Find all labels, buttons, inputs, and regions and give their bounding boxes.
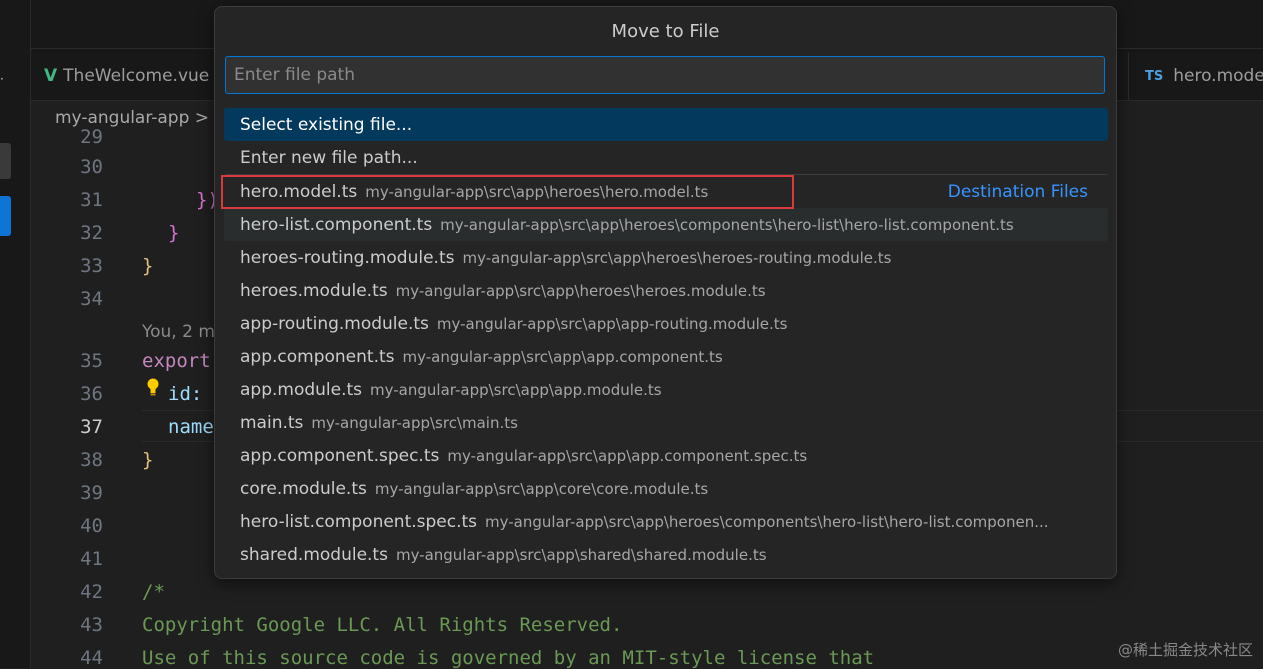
annotation-highlight-box [221, 175, 794, 209]
vue-icon: V [44, 66, 58, 86]
file-item[interactable]: app.component.spec.ts my-angular-app\src… [224, 439, 1108, 472]
file-item[interactable]: shared.module.ts my-angular-app\src\app\… [224, 538, 1108, 571]
line-number-active: 37 [80, 416, 103, 438]
code-line: Copyright Google LLC. All Rights Reserve… [142, 614, 623, 636]
code-line: export [142, 350, 211, 372]
item-label: heroes.module.ts [240, 280, 388, 301]
file-path-input[interactable] [225, 56, 1105, 94]
file-item[interactable]: app-routing.module.ts my-angular-app\src… [224, 307, 1108, 340]
file-item[interactable]: core.module.ts my-angular-app\src\app\co… [224, 472, 1108, 505]
item-label: Select existing file... [240, 114, 413, 135]
git-blame: You, 2 m [142, 322, 215, 342]
tab-label: hero.mode [1173, 66, 1263, 86]
lightbulb-icon[interactable] [146, 378, 160, 396]
item-label: app.component.ts [240, 346, 395, 367]
item-path: my-angular-app\src\app\app.component.ts [402, 347, 723, 366]
move-to-file-quick-pick: Move to File Select existing file... Ent… [214, 6, 1117, 579]
option-select-existing-file[interactable]: Select existing file... [224, 108, 1108, 141]
item-label: Enter new file path... [240, 147, 418, 168]
item-label: heroes-routing.module.ts [240, 247, 455, 268]
item-label: app-routing.module.ts [240, 313, 429, 334]
code-line: Use of this source code is governed by a… [142, 647, 875, 669]
code-line: } [142, 449, 154, 471]
item-path: my-angular-app\src\app\heroes\components… [440, 215, 1014, 234]
line-number: 38 [80, 449, 103, 471]
line-number: 44 [80, 647, 103, 669]
file-item[interactable]: hero-list.component.spec.ts my-angular-a… [224, 505, 1108, 538]
line-number: 33 [80, 255, 103, 277]
watermark: @稀土掘金技术社区 [1117, 641, 1253, 659]
code-line: /* [142, 581, 165, 603]
line-number: 36 [80, 383, 103, 405]
file-item[interactable]: main.ts my-angular-app\src\main.ts [224, 406, 1108, 439]
line-number: 43 [80, 614, 103, 636]
line-number: 39 [80, 482, 103, 504]
line-number: 42 [80, 581, 103, 603]
code-line: name [168, 416, 214, 438]
line-number: 29 [80, 126, 103, 148]
option-enter-new-file-path[interactable]: Enter new file path... [224, 141, 1108, 174]
tab-thewelcome[interactable]: V TheWelcome.vue [44, 52, 209, 100]
code-line: id: [168, 383, 203, 405]
line-number: 40 [80, 515, 103, 537]
item-label: app.module.ts [240, 379, 363, 400]
quick-pick-title: Move to File [611, 21, 720, 42]
item-path: my-angular-app\src\app\app.component.spe… [447, 446, 808, 465]
code-line: } [168, 222, 180, 244]
tab-label: TheWelcome.vue [63, 66, 210, 86]
file-item[interactable]: heroes.module.ts my-angular-app\src\app\… [224, 274, 1108, 307]
group-label-destination-files: Destination Files [947, 181, 1088, 202]
line-number: 35 [80, 350, 103, 372]
line-number: 32 [80, 222, 103, 244]
code-line: } [142, 255, 154, 277]
item-path: my-angular-app\src\app\app-routing.modul… [436, 314, 788, 333]
file-item[interactable]: app.component.ts my-angular-app\src\app\… [224, 340, 1108, 373]
item-label: hero-list.component.spec.ts [240, 511, 478, 532]
breadcrumb[interactable]: my-angular-app > [55, 108, 209, 128]
activity-item-active[interactable] [0, 196, 11, 236]
item-path: my-angular-app\src\app\app.module.ts [370, 380, 662, 399]
item-path: my-angular-app\src\main.ts [311, 413, 518, 432]
item-path: my-angular-app\src\app\heroes\heroes-rou… [462, 248, 892, 267]
item-path: my-angular-app\src\app\core\core.module.… [374, 479, 709, 498]
line-number: 34 [80, 288, 103, 310]
item-label: main.ts [240, 412, 304, 433]
file-item[interactable]: app.module.ts my-angular-app\src\app\app… [224, 373, 1108, 406]
item-label: hero-list.component.ts [240, 214, 433, 235]
file-item[interactable]: hero-list.component.ts my-angular-app\sr… [224, 208, 1108, 241]
item-label: shared.module.ts [240, 544, 388, 565]
item-path: my-angular-app\src\app\heroes\components… [485, 512, 1049, 531]
line-number: 31 [80, 189, 103, 211]
item-label: app.component.spec.ts [240, 445, 440, 466]
item-path: my-angular-app\src\app\heroes\heroes.mod… [395, 281, 766, 300]
tab-hero-model[interactable]: TS hero.mode [1128, 52, 1263, 100]
line-number: 41 [80, 548, 103, 570]
item-label: core.module.ts [240, 478, 367, 499]
item-path: my-angular-app\src\app\shared\shared.mod… [395, 545, 767, 564]
file-item[interactable]: heroes-routing.module.ts my-angular-app\… [224, 241, 1108, 274]
activity-bar: · [0, 0, 31, 668]
activity-item[interactable] [0, 143, 11, 179]
ts-icon: TS [1145, 68, 1164, 84]
line-number: 30 [80, 156, 103, 178]
more-icon[interactable]: · [0, 72, 6, 86]
